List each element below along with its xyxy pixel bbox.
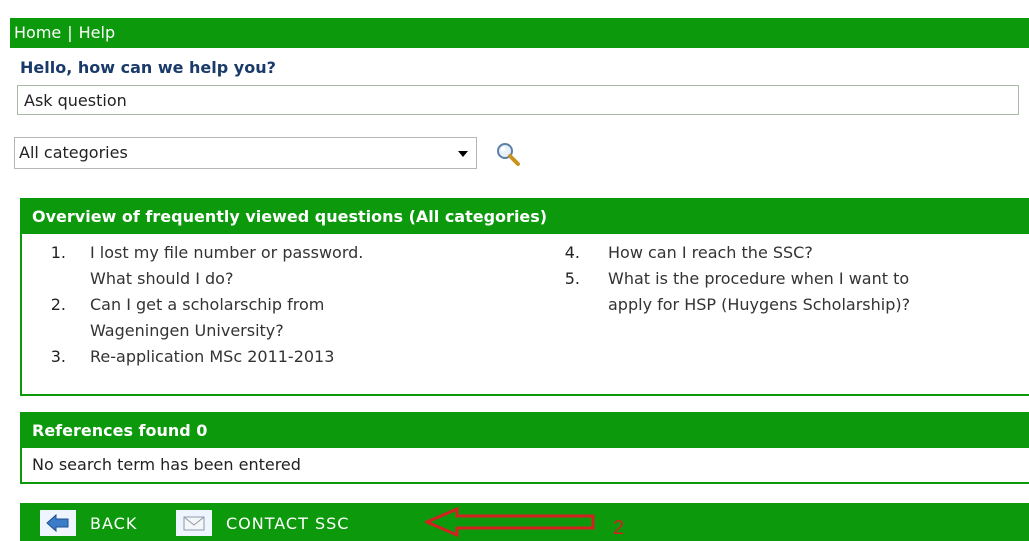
faq-question-line[interactable]: I lost my file number or password. [90, 240, 522, 266]
home-link[interactable]: Home [14, 23, 61, 42]
red-annotation-arrow-icon: 2 [425, 506, 624, 539]
faq-item[interactable]: 5. What is the procedure when I want to … [550, 266, 1029, 318]
faq-question-line[interactable]: What should I do? [90, 266, 522, 292]
dropdown-arrow-icon [458, 151, 468, 157]
faq-question-line[interactable]: apply for HSP (Huygens Scholarship)? [608, 292, 1029, 318]
faq-item-number: 3. [50, 347, 66, 366]
faq-question-line[interactable]: Can I get a scholarschip from [90, 292, 522, 318]
envelope-icon [176, 510, 212, 536]
faq-item-number: 1. [50, 243, 66, 262]
faq-question-line[interactable]: How can I reach the SSC? [608, 240, 1029, 266]
back-button-label: BACK [90, 513, 138, 533]
faq-list-right: 4. How can I reach the SSC? 5. What is t… [550, 240, 1029, 318]
references-title: References found 0 [22, 414, 1029, 448]
greeting-heading: Hello, how can we help you? [20, 58, 276, 77]
faq-question-line[interactable]: Wageningen University? [90, 318, 522, 344]
faq-item[interactable]: 2. Can I get a scholarschip from Wagenin… [22, 292, 522, 344]
help-link[interactable]: Help [79, 23, 115, 42]
faq-item-number: 2. [50, 295, 66, 314]
faq-item-number: 4. [564, 243, 580, 262]
faq-question-line[interactable]: Re-application MSc 2011-2013 [90, 344, 522, 370]
annotation-number: 2 [613, 517, 624, 539]
nav-separator: | [67, 23, 73, 42]
faq-item[interactable]: 3. Re-application MSc 2011-2013 [22, 344, 522, 370]
magnifier-search-icon[interactable] [492, 140, 526, 168]
back-button[interactable]: BACK [40, 510, 137, 536]
references-panel: References found 0 No search term has be… [20, 412, 1029, 484]
references-message: No search term has been entered [32, 455, 301, 474]
faq-list-left: 1. I lost my file number or password. Wh… [22, 240, 522, 370]
faq-panel-title: Overview of frequently viewed questions … [22, 200, 1029, 234]
ask-question-input[interactable] [17, 85, 1019, 115]
contact-ssc-button[interactable]: CONTACT SSC [176, 510, 349, 536]
faq-panel: Overview of frequently viewed questions … [20, 198, 1029, 396]
faq-item-number: 5. [564, 269, 580, 288]
faq-question-line[interactable]: What is the procedure when I want to [608, 266, 1029, 292]
contact-ssc-label: CONTACT SSC [226, 513, 350, 533]
category-select-value: All categories [19, 143, 128, 162]
category-select[interactable]: All categories [14, 137, 477, 169]
faq-item[interactable]: 1. I lost my file number or password. Wh… [22, 240, 522, 292]
back-arrow-icon [40, 510, 76, 536]
top-nav-bar: Home | Help [10, 18, 1029, 48]
faq-item[interactable]: 4. How can I reach the SSC? [550, 240, 1029, 266]
